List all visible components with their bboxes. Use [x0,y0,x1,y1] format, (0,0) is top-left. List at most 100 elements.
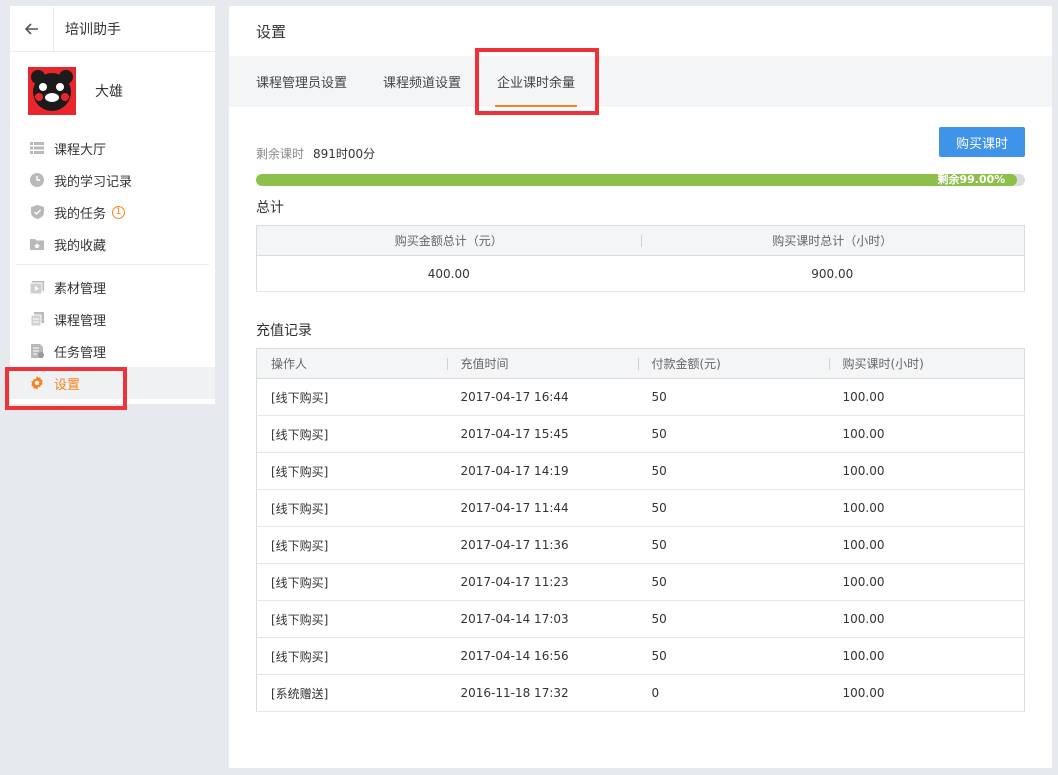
record-time: 2017-04-17 16:44 [446,378,638,416]
table-row: [线下购买] 2017-04-17 16:44 50 100.00 [256,378,1025,416]
user-profile: 大雄 [10,52,215,130]
record-time: 2017-04-17 11:36 [446,526,638,564]
table-row: [线下购买] 2017-04-17 11:36 50 100.00 [256,526,1025,564]
records-header-operator: 操作人 [256,348,447,379]
records-header-amount: 付款金额(元) [637,348,829,379]
total-table: 购买金额总计（元） 购买课时总计（小时） 400.00 900.00 [256,225,1025,292]
sidebar-item-course-management[interactable]: 课程管理 [10,303,215,335]
record-hours: 100.00 [828,415,1025,453]
record-operator: [线下购买] [256,526,447,564]
table-row: [线下购买] 2017-04-14 17:03 50 100.00 [256,600,1025,638]
sidebar-item-label: 设置 [54,377,81,393]
sidebar-item-label: 素材管理 [54,281,107,297]
remaining-hours-label: 剩余课时 [256,147,305,161]
remaining-progress-text: 剩余99.00% [937,174,1006,186]
sidebar-item-course-hall[interactable]: 课程大厅 [10,132,215,164]
nav-group-learning: 课程大厅 我的学习记录 我的任务 1 我的收藏 [10,130,215,260]
nav-group-management: 素材管理 课程管理 任务管理 设置 [10,269,215,399]
tab-course-channel-settings[interactable]: 课程频道设置 [383,56,461,107]
table-row: [线下购买] 2017-04-17 14:19 50 100.00 [256,452,1025,490]
record-amount: 50 [637,563,829,601]
records-header-time: 充值时间 [446,348,638,379]
record-time: 2017-04-17 11:23 [446,563,638,601]
record-operator: [线下购买] [256,637,447,675]
buy-hours-button[interactable]: 购买课时 [939,127,1025,157]
record-hours: 100.00 [828,563,1025,601]
sidebar-item-label: 我的收藏 [54,238,107,254]
record-time: 2017-04-17 14:19 [446,452,638,490]
tab-enterprise-hours-balance[interactable]: 企业课时余量 [495,56,578,107]
list-icon [30,141,44,155]
record-hours: 100.00 [828,452,1025,490]
sidebar-item-task-management[interactable]: 任务管理 [10,335,215,367]
record-amount: 50 [637,489,829,527]
records-table: 操作人 充值时间 付款金额(元) 购买课时(小时) [线下购买] 2017-04-… [256,348,1025,712]
total-header-amount: 购买金额总计（元） [256,225,641,256]
sidebar-item-label: 课程管理 [54,313,107,329]
record-amount: 50 [637,600,829,638]
task-doc-icon [30,344,44,358]
record-time: 2017-04-14 16:56 [446,637,638,675]
remaining-hours-value: 891时00分 [313,147,376,161]
table-row: [线下购买] 2017-04-17 15:45 50 100.00 [256,415,1025,453]
sidebar: 培训助手 大雄 课程大厅 我的学习记录 我的任务 1 我的收藏 素材管理 课程管… [10,5,215,404]
record-time: 2017-04-14 17:03 [446,600,638,638]
record-operator: [线下购买] [256,452,447,490]
folder-star-icon [30,237,44,251]
sidebar-item-favorites[interactable]: 我的收藏 [10,228,215,260]
record-amount: 0 [637,674,829,712]
user-name: 大雄 [95,84,123,100]
sidebar-item-label: 我的学习记录 [54,174,133,190]
arrow-left-icon [24,22,38,35]
table-row: [线下购买] 2017-04-17 11:44 50 100.00 [256,489,1025,527]
settings-tabs: 课程管理员设置 课程频道设置 企业课时余量 [229,56,1052,107]
sidebar-item-label: 任务管理 [54,345,107,361]
record-time: 2017-04-17 11:44 [446,489,638,527]
total-header-hours: 购买课时总计（小时） [640,225,1025,256]
table-row: 400.00 900.00 [256,255,1025,292]
table-row: [线下购买] 2017-04-14 16:56 50 100.00 [256,637,1025,675]
record-operator: [线下购买] [256,415,447,453]
total-section-title: 总计 [256,200,284,216]
record-operator: [线下购买] [256,378,447,416]
app-title: 培训助手 [65,21,121,38]
copy-icon [30,312,44,326]
record-time: 2017-04-17 15:45 [446,415,638,453]
record-amount: 50 [637,526,829,564]
back-button[interactable] [10,5,54,52]
nav-divider [16,264,209,265]
gear-icon [30,376,44,390]
records-header-time-label: 充值时间 [460,357,509,371]
table-row: [线下购买] 2017-04-17 11:23 50 100.00 [256,563,1025,601]
records-section-title: 充值记录 [256,323,312,339]
remaining-progress-bar: 剩余99.00% [256,174,1025,186]
record-amount: 50 [637,415,829,453]
sidebar-header: 培训助手 [10,5,215,52]
hours-summary: 剩余课时 891时00分 购买课时 剩余99.00% [229,107,1052,197]
main-panel: 设置 课程管理员设置 课程频道设置 企业课时余量 剩余课时 891时00分 购买… [229,6,1052,768]
avatar[interactable] [28,67,76,115]
task-count-badge: 1 [112,205,126,219]
record-operator: [系统赠送] [256,674,447,712]
remaining-progress-fill: 剩余99.00% [256,174,1018,186]
tab-course-admin-settings[interactable]: 课程管理员设置 [256,56,347,107]
record-hours: 100.00 [828,637,1025,675]
total-header-hours-label: 购买课时总计（小时） [772,234,893,248]
record-operator: [线下购买] [256,563,447,601]
page-title: 设置 [256,22,287,41]
sidebar-item-label: 课程大厅 [54,142,107,158]
record-time: 2016-11-18 17:32 [446,674,638,712]
sidebar-item-learning-record[interactable]: 我的学习记录 [10,164,215,196]
record-amount: 50 [637,452,829,490]
records-header-amount-label: 付款金额(元) [651,357,721,371]
media-icon [30,280,44,294]
sidebar-item-my-tasks[interactable]: 我的任务 1 [10,196,215,228]
sidebar-item-materials[interactable]: 素材管理 [10,271,215,303]
record-operator: [线下购买] [256,600,447,638]
record-hours: 100.00 [828,674,1025,712]
table-row: [系统赠送] 2016-11-18 17:32 0 100.00 [256,674,1025,712]
sidebar-item-settings[interactable]: 设置 [10,367,215,399]
shield-check-icon [30,205,44,219]
sidebar-item-label: 我的任务 [54,206,107,222]
records-header-hours-label: 购买课时(小时) [842,357,924,371]
